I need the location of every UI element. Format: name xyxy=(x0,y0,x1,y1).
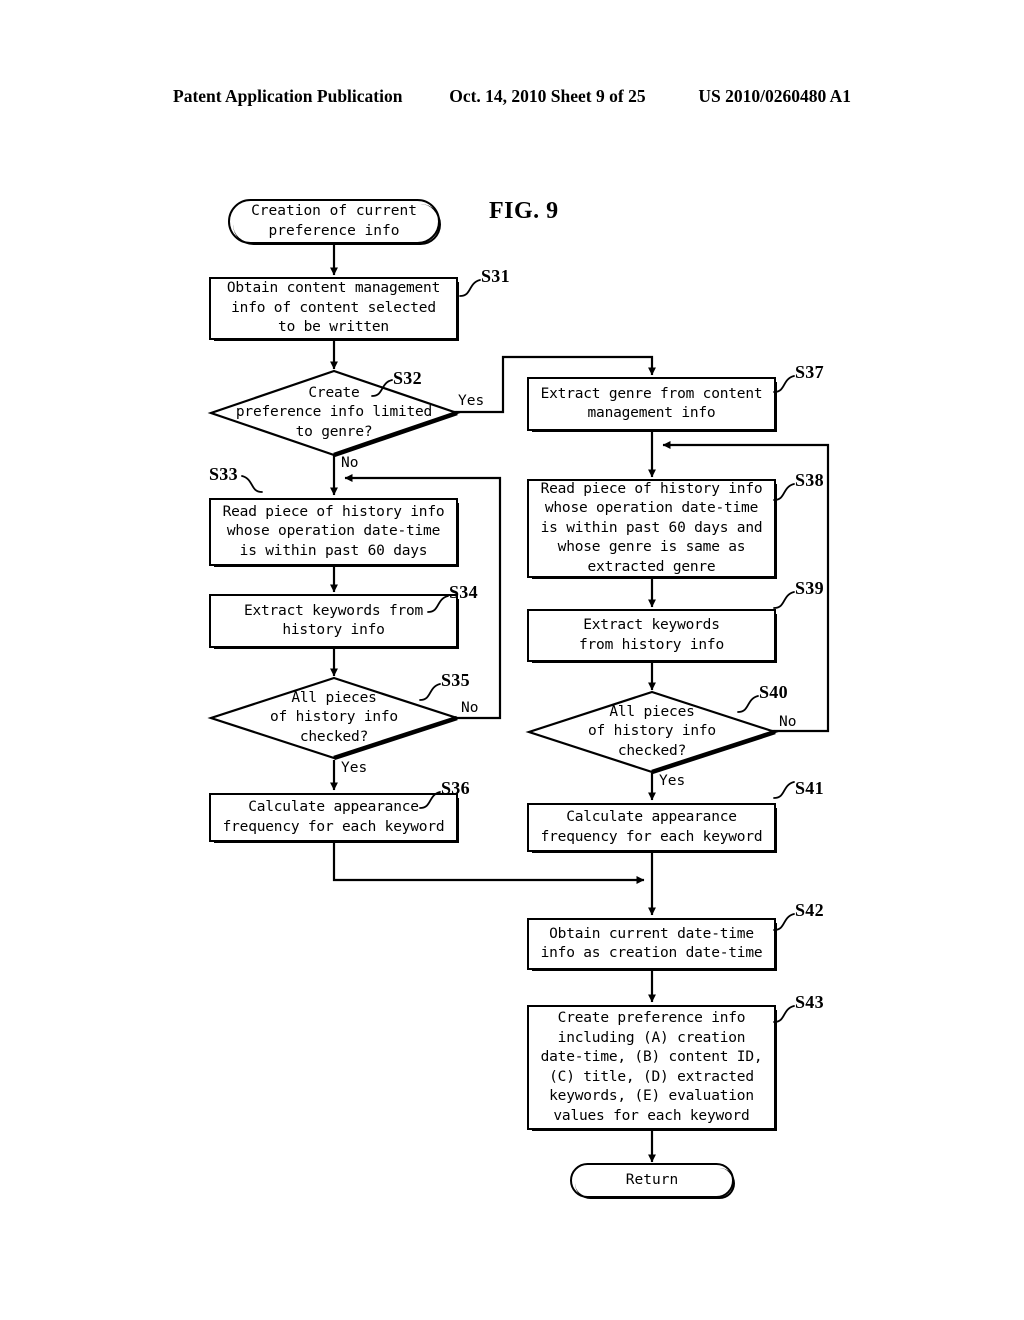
flow-decision-s35: All pieces of history info checked? xyxy=(207,676,461,761)
edge-label-s35-yes: Yes xyxy=(341,760,368,776)
step-ref-s32: S32 xyxy=(393,368,422,388)
flow-step-s33: Read piece of history info whose operati… xyxy=(209,498,459,567)
edge-label-s40-no: No xyxy=(779,714,797,730)
step-ref-s33: S33 xyxy=(209,464,238,484)
step-ref-s43: S43 xyxy=(795,992,824,1012)
step-ref-s38: S38 xyxy=(795,470,824,490)
figure-label: FIG. 9 xyxy=(489,198,559,224)
flow-step-s43: Create preference info including (A) cre… xyxy=(527,1005,777,1131)
edge-label-s35-no: No xyxy=(461,700,479,716)
edge-label-s32-yes: Yes xyxy=(458,393,485,409)
step-ref-s34: S34 xyxy=(449,582,478,602)
edge-label-s32-no: No xyxy=(341,455,359,471)
step-ref-s40: S40 xyxy=(759,682,788,702)
flow-step-s31: Obtain content management info of conten… xyxy=(209,277,459,341)
flow-step-s39: Extract keywords from history info xyxy=(527,609,777,663)
step-ref-s41: S41 xyxy=(795,778,824,798)
step-ref-s36: S36 xyxy=(441,778,470,798)
flow-step-s42: Obtain current date-time info as creatio… xyxy=(527,918,777,971)
page-header: Patent Application Publication Oct. 14, … xyxy=(0,86,1024,107)
flow-step-s34: Extract keywords from history info xyxy=(209,594,459,649)
edge-label-s40-yes: Yes xyxy=(659,773,686,789)
header-publication: Patent Application Publication xyxy=(173,86,403,106)
step-ref-s31: S31 xyxy=(481,266,510,286)
step-ref-s39: S39 xyxy=(795,578,824,598)
header-patent-number: US 2010/0260480 A1 xyxy=(698,86,851,106)
flow-decision-s40: All pieces of history info checked? xyxy=(525,690,779,775)
patent-figure-page: Patent Application Publication Oct. 14, … xyxy=(0,0,1024,1320)
flow-start-terminal: Creation of current preference info xyxy=(228,199,441,245)
step-ref-s37: S37 xyxy=(795,362,824,382)
step-ref-s42: S42 xyxy=(795,900,824,920)
flow-step-s37: Extract genre from content management in… xyxy=(527,377,777,432)
flow-step-s36: Calculate appearance frequency for each … xyxy=(209,793,459,843)
header-date-sheet: Oct. 14, 2010 Sheet 9 of 25 xyxy=(449,86,646,106)
flow-step-s38: Read piece of history info whose operati… xyxy=(527,479,777,579)
step-ref-s35: S35 xyxy=(441,670,470,690)
flow-step-s41: Calculate appearance frequency for each … xyxy=(527,803,777,853)
flow-return-terminal: Return xyxy=(570,1163,735,1199)
